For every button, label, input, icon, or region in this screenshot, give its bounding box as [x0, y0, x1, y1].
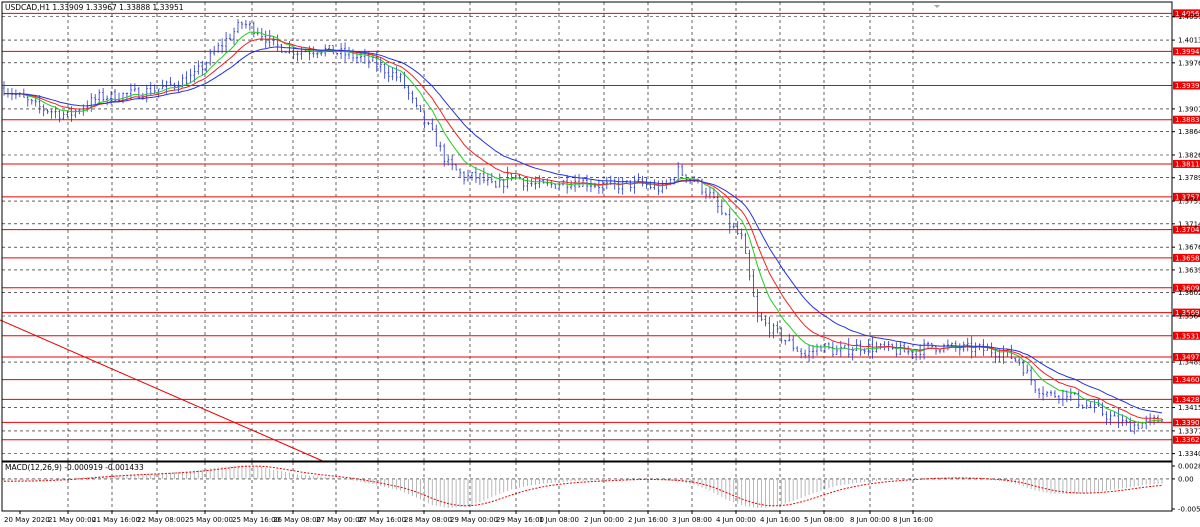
level-label: 1.36585	[1175, 254, 1200, 262]
macd-label: MACD(12,26,9) -0.000919 -0.001433	[5, 463, 144, 472]
time-tick-label: 29 May 16:00	[496, 516, 544, 524]
time-tick-label: 4 Jun 16:00	[760, 516, 800, 524]
time-tick-label: 28 May 08:00	[404, 516, 452, 524]
symbol-title: USDCAD,H1 1.33909 1.33967 1.33888 1.3395…	[5, 3, 184, 12]
time-tick-label: 2 Jun 00:00	[584, 516, 624, 524]
level-label: 1.39946	[1175, 48, 1200, 56]
price-tick-label: 1.40510	[1178, 13, 1200, 21]
time-tick-label: 8 Jun 00:00	[850, 516, 890, 524]
time-tick-label: 21 May 16:00	[92, 516, 140, 524]
price-tick-label: 1.35640	[1178, 312, 1200, 320]
time-tick-label: 29 May 00:00	[450, 516, 498, 524]
price-tick-label: 1.36760	[1178, 244, 1200, 252]
price-tick-label: 1.39010	[1178, 105, 1200, 113]
time-tick-label: 2 Jun 16:00	[628, 516, 668, 524]
time-tick-label: 8 Jun 16:00	[893, 516, 933, 524]
price-tick-label: 1.37890	[1178, 174, 1200, 182]
time-tick-label: 4 Jun 00:00	[716, 516, 756, 524]
price-tick-label: 1.37140	[1178, 220, 1200, 228]
chart-background	[0, 0, 1200, 527]
price-tick-label: 1.33770	[1178, 427, 1200, 435]
level-label: 1.38114	[1175, 160, 1200, 168]
time-tick-label: 3 Jun 08:00	[672, 516, 712, 524]
price-tick-label: 1.40130	[1178, 37, 1200, 45]
time-tick-label: 22 May 08:00	[137, 516, 185, 524]
price-tick-label: 1.37510	[1178, 198, 1200, 206]
level-label: 1.35318	[1175, 332, 1200, 340]
price-tick-label: 1.34890	[1178, 359, 1200, 367]
price-tick-label: 1.36020	[1178, 289, 1200, 297]
level-label: 1.33908	[1175, 419, 1200, 427]
price-tick-label: 1.39760	[1178, 59, 1200, 67]
price-tick-label: 1.38260	[1178, 152, 1200, 160]
price-tick-label: 1.33400	[1178, 450, 1200, 458]
level-label: 1.39391	[1175, 82, 1200, 90]
time-tick-label: 20 May 2020	[4, 516, 50, 524]
price-tick-label: 1.36390	[1178, 266, 1200, 274]
price-tick-label: 1.38640	[1178, 128, 1200, 136]
macd-tick-label: 0.002876	[1178, 463, 1200, 471]
time-tick-label: 1 Jun 08:00	[539, 516, 579, 524]
time-tick-label: 25 May 00:00	[185, 516, 233, 524]
time-tick-label: 27 May 00:00	[316, 516, 364, 524]
time-tick-label: 27 May 16:00	[358, 516, 406, 524]
macd-tick-label: -0.00554	[1178, 506, 1200, 514]
level-label: 1.34604	[1175, 376, 1200, 384]
level-label: 1.38834	[1175, 116, 1200, 124]
time-tick-label: 21 May 00:00	[48, 516, 96, 524]
level-label: 1.34282	[1175, 396, 1200, 404]
time-tick-label: 26 May 08:00	[273, 516, 321, 524]
macd-tick-label: 0.00	[1178, 475, 1194, 483]
level-label: 1.33626	[1175, 436, 1200, 444]
price-tick-label: 1.34150	[1178, 404, 1200, 412]
usdcad-chart[interactable]: 1.405651.399461.393911.388341.381141.375…	[0, 0, 1200, 527]
time-tick-label: 5 Jun 08:00	[804, 516, 844, 524]
